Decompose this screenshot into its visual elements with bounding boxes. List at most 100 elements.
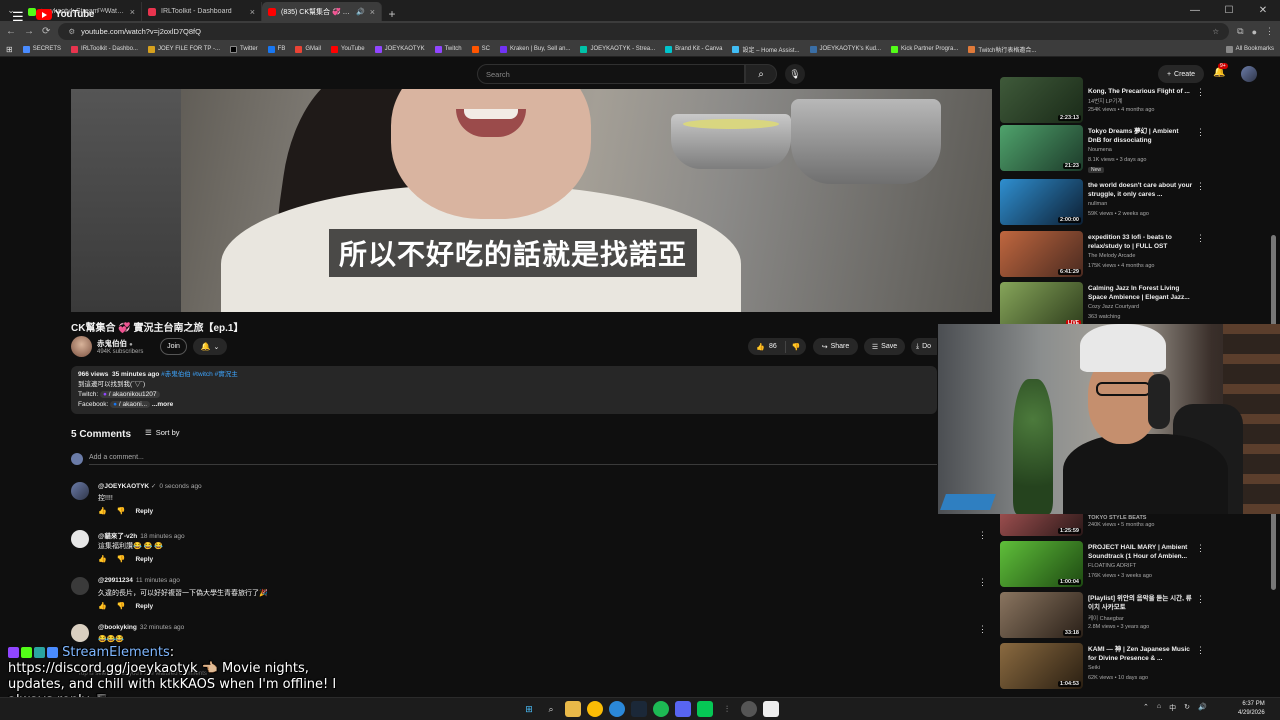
apps-grid-icon[interactable]: ⊞ [6, 45, 13, 54]
subscription-bell-button[interactable]: 🔔 ⌄ [193, 338, 227, 355]
recommended-video[interactable]: 2:00:00 the world doesn't care about you… [1000, 179, 1210, 225]
discord-icon[interactable] [675, 701, 691, 717]
extensions-icon[interactable]: ⧉ [1237, 26, 1243, 37]
save-button[interactable]: ☰ Save [864, 338, 905, 355]
app-icon[interactable] [763, 701, 779, 717]
reply-button[interactable]: Reply [135, 556, 153, 563]
chevron-up-icon[interactable]: ⌃ [1143, 703, 1149, 713]
video-player[interactable]: 所以不好吃的話就是找諾亞 [71, 89, 992, 312]
facebook-link[interactable]: ● / akaoni... [110, 401, 151, 408]
video-thumbnail[interactable]: 6:41:29 [1000, 231, 1083, 277]
bookmark-item[interactable]: Brand Kit - Canva [665, 45, 722, 53]
app-icon[interactable]: ⫶ [719, 701, 735, 717]
reply-button[interactable]: Reply [135, 508, 153, 515]
close-tab-icon[interactable]: × [250, 7, 255, 17]
menu-icon[interactable]: ☰ [12, 9, 24, 25]
commenter-avatar[interactable] [71, 482, 89, 500]
video-menu-icon[interactable]: ⋮ [1196, 594, 1205, 605]
comment-menu-icon[interactable]: ⋮ [978, 577, 987, 588]
recommended-video[interactable]: 33:18 [Playlist] 위안의 음악을 듣는 시간, 류이치 사카모토… [1000, 592, 1210, 638]
video-thumbnail[interactable]: 33:18 [1000, 592, 1083, 638]
video-thumbnail[interactable]: 2:00:00 [1000, 179, 1083, 225]
recommended-video[interactable]: 6:41:29 expedition 33 lofi - beats to re… [1000, 231, 1210, 277]
thumbs-down-icon[interactable]: 👎 [117, 507, 126, 515]
comment-time[interactable]: 32 minutes ago [140, 624, 184, 631]
forward-icon[interactable]: → [24, 26, 34, 37]
join-button[interactable]: Join [160, 338, 187, 355]
volume-icon[interactable]: 🔊 [1198, 703, 1207, 713]
reply-button[interactable]: Reply [135, 603, 153, 610]
channel-avatar[interactable] [71, 336, 92, 357]
video-description[interactable]: 966 views 35 minutes ago #赤鬼伯伯 #twitch #… [71, 366, 937, 414]
bookmark-item[interactable]: YouTube [331, 45, 365, 53]
bookmark-item[interactable]: JOEYKAOTYK - Strea... [580, 45, 655, 53]
all-bookmarks-button[interactable]: All Bookmarks [1225, 45, 1274, 53]
bookmark-item[interactable]: Kick Partner Progra... [891, 45, 958, 53]
bookmark-item[interactable]: Kraken | Buy, Sell an... [499, 45, 570, 53]
video-menu-icon[interactable]: ⋮ [1196, 645, 1205, 656]
video-thumbnail[interactable]: 1:04:53 [1000, 643, 1083, 689]
comment-time[interactable]: 18 minutes ago [140, 533, 184, 540]
reload-icon[interactable]: ⟳ [42, 26, 50, 37]
network-icon[interactable]: ⌂ [1157, 703, 1161, 713]
ime-indicator[interactable]: 中 [1169, 703, 1176, 713]
bookmark-item[interactable]: Twitch [434, 45, 462, 53]
voice-search-button[interactable]: 🎙 [785, 64, 805, 84]
search-button[interactable]: ⌕ [745, 64, 777, 84]
video-thumbnail[interactable]: 1:00:04 [1000, 541, 1083, 587]
system-clock[interactable]: 6:37 PM 4/29/2026 [1238, 700, 1265, 718]
commenter-name[interactable]: @JOEYKAOTYK [98, 483, 149, 490]
bookmark-item[interactable]: JOEYKAOTYK [374, 45, 425, 53]
close-tab-icon[interactable]: × [130, 7, 135, 17]
bookmark-item[interactable]: Twitch執行表格邀合... [968, 45, 1036, 54]
back-icon[interactable]: ← [6, 26, 16, 37]
video-menu-icon[interactable]: ⋮ [1196, 543, 1205, 554]
recommended-video[interactable]: 2:23:13 Kong, The Precarious Flight of .… [1000, 77, 1210, 123]
browser-tab-active[interactable]: (835) CK幫集合 💞 實況主台南之 🔊 × [262, 2, 382, 21]
obs-icon[interactable] [741, 701, 757, 717]
commenter-name[interactable]: @29911234 [98, 577, 133, 584]
bookmark-item[interactable]: IRLToolkit - Dashbo... [71, 45, 138, 53]
browser-menu-icon[interactable]: ⋮ [1265, 26, 1274, 37]
commenter-name[interactable]: @bookyking [98, 624, 137, 631]
commenter-avatar[interactable] [71, 530, 89, 548]
show-more-link[interactable]: ...more [152, 401, 173, 408]
bookmark-item[interactable]: 設定 – Home Assist... [732, 45, 800, 54]
commenter-avatar[interactable] [71, 624, 89, 642]
thumbs-down-icon[interactable]: 👎 [117, 555, 126, 563]
speaker-icon[interactable]: 🔊 [356, 8, 365, 16]
sync-icon[interactable]: ↻ [1184, 703, 1190, 713]
hashtags[interactable]: #赤鬼伯伯 #twitch #實況主 [161, 371, 238, 378]
recommended-video[interactable]: 21:23 Tokyo Dreams 夢幻 | Ambient DnB for … [1000, 125, 1210, 173]
bookmark-item[interactable]: Twitter [229, 45, 258, 53]
thumbs-up-icon[interactable]: 👍 [98, 555, 107, 563]
line-icon[interactable] [697, 701, 713, 717]
share-button[interactable]: ↪ Share [813, 338, 858, 355]
sort-comments-button[interactable]: ☰ Sort by [145, 428, 180, 437]
twitch-link[interactable]: ● / akaonikou1207 [100, 391, 160, 398]
comment-menu-icon[interactable]: ⋮ [978, 530, 987, 541]
video-thumbnail[interactable]: 2:23:13 [1000, 77, 1083, 123]
thumbs-up-icon[interactable]: 👍 [98, 602, 107, 610]
dislike-button[interactable]: 👎 [786, 343, 806, 351]
account-avatar[interactable] [1241, 66, 1257, 82]
video-thumbnail[interactable]: LIVE [1000, 282, 1083, 328]
bookmark-item[interactable]: FB [267, 45, 285, 53]
youtube-logo[interactable]: YouTube TW [36, 8, 105, 20]
add-comment-input[interactable]: Add a comment... [89, 454, 937, 465]
commenter-name[interactable]: @貓來了-v2h [98, 533, 137, 540]
like-button[interactable]: 👍 86 [748, 340, 786, 353]
video-menu-icon[interactable]: ⋮ [1196, 181, 1205, 192]
video-menu-icon[interactable]: ⋮ [1196, 127, 1205, 138]
close-window-icon[interactable]: ✕ [1246, 0, 1280, 21]
bookmark-item[interactable]: SECRETS [22, 45, 61, 53]
spotify-icon[interactable] [653, 701, 669, 717]
app-icon[interactable] [609, 701, 625, 717]
recommended-video[interactable]: 1:00:04 PROJECT HAIL MARY | Ambient Soun… [1000, 541, 1210, 587]
bookmark-item[interactable]: SC [471, 45, 490, 53]
comment-time[interactable]: 0 seconds ago [159, 483, 201, 490]
video-menu-icon[interactable]: ⋮ [1196, 233, 1205, 244]
comment-time[interactable]: 11 minutes ago [136, 577, 180, 584]
browser-tab[interactable]: IRLToolkit - Dashboard × [142, 2, 262, 21]
start-icon[interactable]: ⊞ [521, 701, 537, 717]
